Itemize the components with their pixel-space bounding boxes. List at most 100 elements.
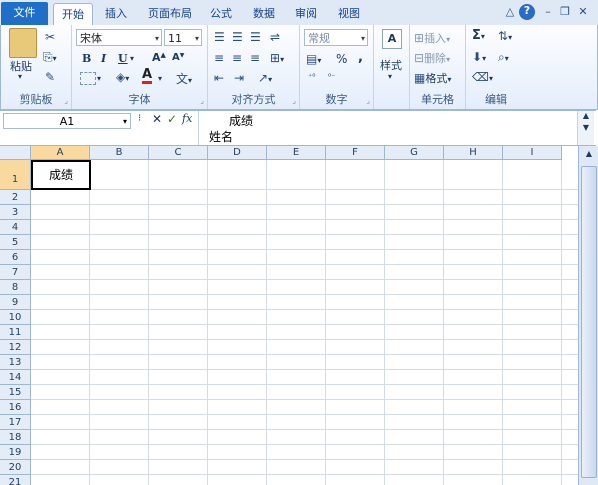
clipboard-launcher-icon[interactable]: ⌟	[64, 96, 68, 105]
autosum-icon[interactable]: Σ▾	[472, 28, 485, 43]
font-color-dropdown-icon[interactable]: ▾	[158, 74, 162, 83]
tab-formulas[interactable]: 公式	[203, 3, 239, 25]
border-icon[interactable]	[80, 72, 96, 85]
clear-icon[interactable]: ⌫▾	[472, 70, 493, 84]
fill-color-icon[interactable]: ◈▾	[116, 70, 129, 84]
merge-center-icon[interactable]: ⊞▾	[270, 51, 284, 65]
tab-file[interactable]: 文件	[1, 2, 48, 25]
column-header[interactable]: G	[385, 146, 444, 160]
increase-indent-icon[interactable]: ⇥	[234, 71, 244, 85]
styles-icon[interactable]: A	[382, 29, 402, 49]
wrap-text-icon[interactable]: ⇌	[270, 30, 280, 44]
row-header[interactable]: 13	[0, 355, 31, 370]
vertical-scrollbar[interactable]: ▲	[578, 146, 598, 485]
number-launcher-icon[interactable]: ⌟	[366, 96, 370, 105]
insert-function-button[interactable]: fx	[182, 112, 192, 125]
underline-dropdown-icon[interactable]: ▾	[130, 54, 134, 63]
tab-page-layout[interactable]: 页面布局	[143, 3, 197, 25]
paste-dropdown-icon[interactable]: ▾	[18, 72, 22, 81]
fill-icon[interactable]: ⬇▾	[472, 50, 486, 64]
enter-entry-icon[interactable]: ✓	[167, 112, 177, 126]
formula-input[interactable]: 成绩 姓名	[198, 111, 577, 145]
row-header[interactable]: 16	[0, 400, 31, 415]
font-color-icon[interactable]: A	[142, 68, 153, 84]
column-header[interactable]: C	[149, 146, 208, 160]
align-center-icon[interactable]: ≡	[232, 51, 242, 65]
formula-options-icon[interactable]: ⁝	[138, 113, 141, 124]
font-launcher-icon[interactable]: ⌟	[200, 96, 204, 105]
row-header[interactable]: 17	[0, 415, 31, 430]
underline-button[interactable]: U	[118, 52, 128, 65]
row-header[interactable]: 21	[0, 475, 31, 485]
decrease-indent-icon[interactable]: ⇤	[214, 71, 224, 85]
tab-review[interactable]: 审阅	[288, 3, 324, 25]
row-header[interactable]: 10	[0, 310, 31, 325]
minimize-icon[interactable]: –	[541, 5, 555, 19]
row-header[interactable]: 7	[0, 265, 31, 280]
column-header[interactable]: I	[503, 146, 562, 160]
grow-font-icon[interactable]: A▲	[152, 51, 166, 64]
percent-style-button[interactable]: %	[336, 52, 347, 66]
row-header[interactable]: 9	[0, 295, 31, 310]
orientation-icon[interactable]: ↗▾	[258, 71, 272, 85]
formula-bar-scroll[interactable]: ▲ ▼	[577, 111, 594, 145]
number-format-select[interactable]: 常规 ▾	[304, 29, 368, 46]
phonetic-icon[interactable]: 文▾	[176, 70, 192, 87]
font-size-select[interactable]: 11 ▾	[164, 29, 202, 46]
select-all-corner[interactable]	[0, 146, 31, 160]
styles-button[interactable]: 样式	[380, 57, 402, 73]
scroll-up-icon[interactable]: ▲	[579, 148, 598, 160]
decrease-decimal-icon[interactable]: ⁰⁻	[328, 72, 335, 81]
find-select-icon[interactable]: ⌕▾	[498, 50, 509, 65]
cancel-entry-icon[interactable]: ✕	[152, 112, 162, 126]
cell-a1[interactable]: 成绩	[31, 160, 91, 190]
formula-scroll-up-icon[interactable]: ▲	[578, 111, 594, 121]
tab-data[interactable]: 数据	[246, 3, 282, 25]
increase-decimal-icon[interactable]: ⁺⁰	[308, 72, 315, 81]
column-header[interactable]: F	[326, 146, 385, 160]
align-left-icon[interactable]: ≡	[214, 51, 224, 65]
row-header[interactable]: 3	[0, 205, 31, 220]
format-cells-button[interactable]: ▦格式▾	[414, 70, 451, 86]
tab-insert[interactable]: 插入	[97, 3, 135, 25]
row-header[interactable]: 8	[0, 280, 31, 295]
row-header[interactable]: 1	[0, 160, 31, 190]
row-header[interactable]: 6	[0, 250, 31, 265]
paste-icon[interactable]	[9, 28, 37, 58]
tab-home[interactable]: 开始	[53, 3, 93, 26]
name-box[interactable]: A1 ▾	[3, 113, 131, 129]
tab-view[interactable]: 视图	[331, 3, 367, 25]
cut-icon[interactable]: ✂	[45, 30, 55, 44]
align-top-icon[interactable]: ☰	[214, 30, 225, 44]
restore-icon[interactable]: ❐	[558, 5, 572, 19]
row-header[interactable]: 19	[0, 445, 31, 460]
alignment-launcher-icon[interactable]: ⌟	[292, 96, 296, 105]
row-header[interactable]: 11	[0, 325, 31, 340]
row-header[interactable]: 2	[0, 190, 31, 205]
close-icon[interactable]: ✕	[576, 5, 590, 19]
insert-cells-button[interactable]: ⊞插入▾	[414, 30, 450, 46]
format-painter-icon[interactable]: ✎	[45, 70, 55, 84]
align-bottom-icon[interactable]: ☰	[250, 30, 261, 44]
align-right-icon[interactable]: ≡	[250, 51, 260, 65]
align-middle-icon[interactable]: ☰	[232, 30, 243, 44]
column-header[interactable]: A	[31, 146, 90, 160]
row-header[interactable]: 12	[0, 340, 31, 355]
row-header[interactable]: 15	[0, 385, 31, 400]
scroll-thumb[interactable]	[581, 166, 597, 478]
help-icon[interactable]: ?	[519, 4, 535, 20]
column-header[interactable]: H	[444, 146, 503, 160]
delete-cells-button[interactable]: ⊟删除▾	[414, 50, 450, 66]
sort-filter-icon[interactable]: ⇅▾	[498, 29, 512, 43]
bold-button[interactable]: B	[82, 52, 91, 65]
font-name-select[interactable]: 宋体 ▾	[76, 29, 162, 46]
italic-button[interactable]: I	[101, 52, 106, 65]
column-header[interactable]: B	[90, 146, 149, 160]
row-header[interactable]: 18	[0, 430, 31, 445]
row-header[interactable]: 4	[0, 220, 31, 235]
column-header[interactable]: D	[208, 146, 267, 160]
column-header[interactable]: E	[267, 146, 326, 160]
worksheet-grid[interactable]: ABCDEFGHI 1 2 3 4 5 6 7 8 9 10 11 12 13 14 15 16 17 18 19 2…	[0, 146, 578, 485]
styles-dropdown-icon[interactable]: ▾	[388, 72, 392, 81]
copy-icon[interactable]: ⎘▾	[43, 50, 57, 65]
